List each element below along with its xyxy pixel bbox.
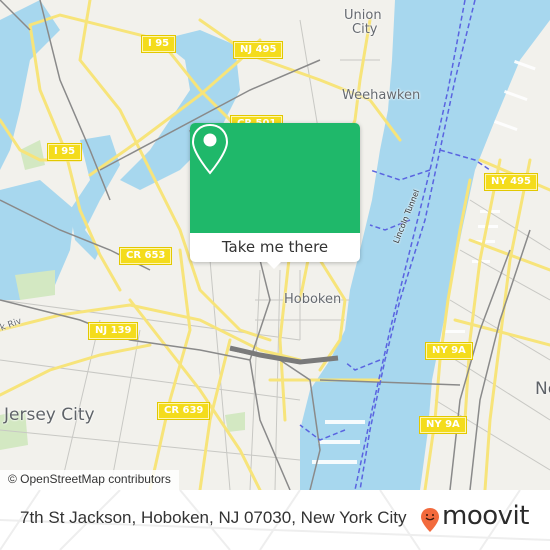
- map-pin-icon: [191, 123, 229, 175]
- map-attribution[interactable]: © OpenStreetMap contributors: [0, 470, 179, 490]
- road-shield-cr639: CR 639: [158, 403, 210, 419]
- road-shield-ny9a: NY 9A: [426, 343, 472, 359]
- moovit-logo-text: moovit: [442, 501, 529, 531]
- road-shield-cr653: CR 653: [120, 248, 172, 264]
- road-shield-nj139: NJ 139: [89, 323, 138, 339]
- place-label-union-city-2: City: [352, 22, 378, 37]
- place-label-weehawken: Weehawken: [342, 88, 421, 103]
- place-label-new-york: Ne: [535, 379, 550, 399]
- road-shield-ny9a: NY 9A: [420, 417, 466, 433]
- address-text: 7th St Jackson, Hoboken, NJ 07030, New Y…: [20, 508, 407, 527]
- road-shield-nj495: NJ 495: [234, 42, 283, 58]
- park: [225, 412, 245, 432]
- map-view[interactable]: I 95 NJ 495 CR 501 I 95 NY 495 CR 653 NJ…: [0, 0, 550, 490]
- moovit-pin-icon: [421, 508, 439, 532]
- road-shield-ny495: NY 495: [485, 174, 537, 190]
- place-label-hoboken: Hoboken: [284, 292, 342, 307]
- road-shield-i95: I 95: [48, 144, 82, 160]
- road-shield-i95: I 95: [142, 36, 176, 52]
- location-popup[interactable]: Take me there: [190, 123, 360, 269]
- place-label-union-city: Union: [344, 8, 382, 23]
- footer: 7th St Jackson, Hoboken, NJ 07030, New Y…: [0, 490, 550, 550]
- place-label-jersey-city: Jersey City: [4, 405, 95, 425]
- popup-header[interactable]: [190, 123, 360, 233]
- park: [15, 270, 55, 300]
- take-me-there-button[interactable]: Take me there: [190, 233, 360, 262]
- popup-pointer: [266, 261, 282, 269]
